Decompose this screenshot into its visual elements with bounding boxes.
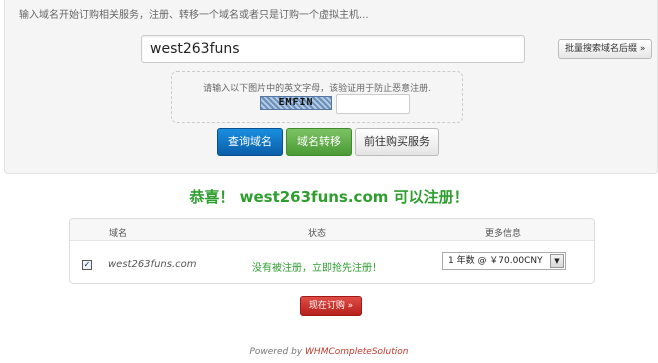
row-status-link[interactable]: 没有被注册，立即抢先注册！	[252, 259, 382, 274]
domain-search-input[interactable]	[141, 35, 525, 63]
header-more-info: 更多信息	[485, 229, 522, 239]
captcha-input[interactable]	[336, 94, 410, 114]
bulk-search-button[interactable]: 批量搜索域名后缀 »	[558, 39, 653, 59]
chevron-down-icon[interactable]: ▼	[550, 254, 564, 268]
footer-brand-link[interactable]: WHMCompleteSolution	[305, 347, 408, 357]
order-now-button[interactable]: 现在订购 »	[300, 296, 362, 316]
available-domain: west263funs.com	[239, 188, 389, 206]
table-header: 域名 状态 更多信息	[70, 219, 594, 241]
header-status: 状态	[308, 229, 327, 239]
availability-message: 恭喜！ west263funs.com 可以注册！	[0, 186, 658, 207]
term-selected-value: 1 年数 @ ￥70.00CNY	[448, 256, 543, 266]
search-domain-button[interactable]: 查询域名	[217, 128, 283, 156]
footer: Powered by WHMCompleteSolution	[0, 347, 658, 357]
captcha-hint: 请输入以下图片中的英文字母，该验证用于防止恶意注册.	[203, 84, 431, 94]
header-domain: 域名	[109, 229, 128, 239]
row-domain-name: west263funs.com	[108, 259, 197, 270]
search-intro-text: 输入域名开始订购相关服务，注册、转移一个域名或者只是订购一个虚拟主机...	[19, 10, 369, 21]
transfer-domain-button[interactable]: 域名转移	[286, 128, 352, 156]
congrats-suffix: 可以注册！	[393, 188, 469, 206]
captcha-box: 请输入以下图片中的英文字母，该验证用于防止恶意注册. EMFIN	[171, 71, 463, 123]
congrats-prefix: 恭喜！	[189, 188, 235, 206]
captcha-image: EMFIN	[260, 96, 332, 110]
footer-prefix: Powered by	[249, 347, 303, 357]
registration-term-select[interactable]: 1 年数 @ ￥70.00CNY ▼	[442, 252, 566, 270]
domain-select-checkbox[interactable]: ✓	[82, 260, 92, 270]
domain-result-table: 域名 状态 更多信息 ✓ west263funs.com 没有被注册，立即抢先注…	[69, 218, 595, 284]
buy-service-button[interactable]: 前往购买服务	[355, 128, 439, 156]
